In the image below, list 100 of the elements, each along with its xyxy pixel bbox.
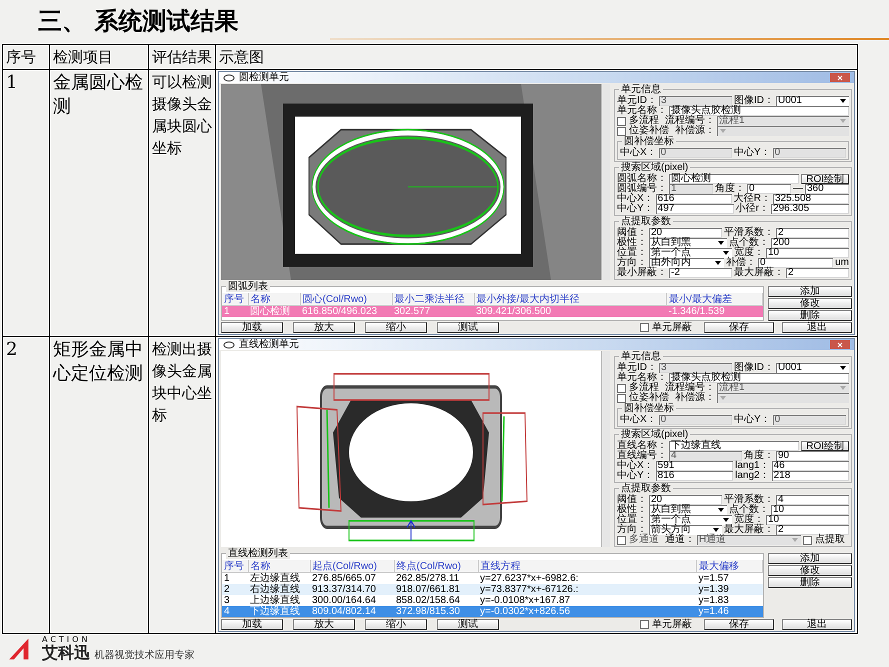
text-field[interactable]: 20 xyxy=(649,495,722,505)
checkbox[interactable]: 单元屏蔽 xyxy=(640,620,692,630)
footer-button[interactable]: 退出 xyxy=(782,322,852,333)
field-label: 小径r： xyxy=(736,204,770,214)
toolbar-button[interactable]: 测试 xyxy=(437,619,499,630)
text-field[interactable]: 616 xyxy=(656,194,732,204)
field-label: — xyxy=(793,184,803,194)
table-cell: y=73.8377*x+-67126.: xyxy=(478,584,696,595)
list-row[interactable]: 2 右边缘直线 913.37/314.70 918.07/661.81 y=73.8377*x+-67126.: y=1.39 xyxy=(222,584,762,595)
text-field[interactable]: 325.508 xyxy=(772,194,849,204)
text-field[interactable]: 497 xyxy=(656,204,734,214)
text-field[interactable]: 2 xyxy=(786,268,849,278)
checkbox[interactable]: 多流程 xyxy=(617,383,659,393)
table-cell: 2 xyxy=(222,584,248,595)
text-field[interactable]: 0 xyxy=(758,258,834,268)
text-field[interactable]: 90 xyxy=(776,451,849,461)
checkbox[interactable]: 位姿补偿 xyxy=(617,393,669,403)
field-label: 宽度： xyxy=(734,248,764,258)
text-field[interactable]: 10 xyxy=(766,515,849,525)
table-cell: 262.85/278.11 xyxy=(394,572,478,584)
field-label: 图像ID： xyxy=(734,96,774,106)
toolbar-button[interactable]: 缩小 xyxy=(365,322,427,333)
table-cell: 右边缘直线 xyxy=(248,584,310,595)
field-label: 图像ID： xyxy=(734,363,774,373)
field-label: 角度： xyxy=(715,184,745,194)
footer-button[interactable]: 保存 xyxy=(704,322,774,333)
list-row[interactable]: 1 左边缘直线 276.85/665.07 262.85/278.11 y=27.6237*x+-6982.6: y=1.57 xyxy=(222,572,762,584)
text-field[interactable]: 摄像头点胶检测 xyxy=(669,106,849,116)
text-field[interactable]: 296.305 xyxy=(771,204,850,214)
dropdown[interactable]: U001 xyxy=(776,363,849,373)
text-field[interactable]: 摄像头点胶检测 xyxy=(669,373,849,383)
close-button[interactable] xyxy=(830,340,850,349)
text-field[interactable]: 360 xyxy=(805,184,849,194)
list-action-button[interactable]: 添加 xyxy=(768,286,852,297)
text-field[interactable]: 下边缘直线 xyxy=(669,441,800,451)
table-cell: 809.04/802.14 xyxy=(310,606,394,617)
list-action-button[interactable]: 修改 xyxy=(768,298,852,309)
field-label: 极性： xyxy=(617,505,647,515)
list-row[interactable]: 3 上边缘直线 300.00/164.64 858.02/158.64 y=-0.0108*x+167.87 y=1.83 xyxy=(222,595,762,606)
checkbox[interactable]: 点提取 xyxy=(803,535,845,545)
column-header: 直线方程 xyxy=(478,560,696,572)
list-action-button[interactable]: 删除 xyxy=(768,310,852,321)
text-field[interactable]: 4 xyxy=(776,495,849,505)
group-title: 搜索区域(pixel) xyxy=(619,430,690,440)
dropdown-arrow-icon xyxy=(719,395,727,401)
dropdown[interactable]: 第一个点 xyxy=(649,515,732,525)
column-header: 名称 xyxy=(248,293,300,306)
toolbar-button[interactable]: 放大 xyxy=(293,619,355,630)
field-label: 中心Y： xyxy=(734,148,771,158)
text-field[interactable]: -2 xyxy=(669,268,732,278)
text-field[interactable]: 200 xyxy=(771,238,849,248)
table-cell: y=-0.0108*x+167.87 xyxy=(478,595,696,606)
text-field[interactable]: 10 xyxy=(771,505,849,515)
toolbar-button[interactable]: 加载 xyxy=(221,322,283,333)
field-label: lang2： xyxy=(735,471,770,481)
field-label: 单元ID： xyxy=(617,96,657,106)
table-cell: 1 xyxy=(222,572,248,584)
roi-draw-button[interactable]: ROI绘制 xyxy=(801,174,849,184)
text-field[interactable]: 591 xyxy=(656,461,734,471)
table-cell: 上边缘直线 xyxy=(248,595,310,606)
roi-draw-button[interactable]: ROI绘制 xyxy=(801,441,849,451)
dropdown[interactable]: 第一个点 xyxy=(649,248,732,258)
list-action-button[interactable]: 添加 xyxy=(768,553,852,564)
toolbar-button[interactable]: 测试 xyxy=(437,322,499,333)
toolbar-button[interactable]: 放大 xyxy=(293,322,355,333)
text-field[interactable]: 2 xyxy=(776,525,849,535)
text-field[interactable]: 10 xyxy=(766,248,849,258)
dropdown[interactable]: 箭头方向 xyxy=(649,525,722,535)
checkbox[interactable]: 多流程 xyxy=(617,116,659,126)
checkbox[interactable]: 位姿补偿 xyxy=(617,126,669,136)
checkbox[interactable]: 单元屏蔽 xyxy=(640,322,692,332)
table-cell: 372.98/815.30 xyxy=(394,606,478,617)
window-icon xyxy=(223,340,235,348)
group-title: 圆补偿坐标 xyxy=(622,137,676,147)
text-field[interactable]: 218 xyxy=(772,471,850,481)
text-field[interactable]: 2 xyxy=(776,228,849,238)
text-field[interactable]: 46 xyxy=(772,461,850,471)
footer-button[interactable]: 退出 xyxy=(782,619,852,630)
toolbar-button[interactable]: 缩小 xyxy=(365,619,427,630)
close-button[interactable] xyxy=(830,73,850,82)
column-header: 最小/最大偏差 xyxy=(666,293,762,306)
vertical-scrollbar[interactable] xyxy=(601,84,610,280)
list-action-button[interactable]: 修改 xyxy=(768,565,852,576)
vertical-scrollbar[interactable] xyxy=(601,351,610,547)
text-field[interactable]: 圆心检测 xyxy=(669,174,800,184)
dropdown[interactable]: U001 xyxy=(776,96,849,106)
text-field[interactable]: 0 xyxy=(747,184,791,194)
text-field[interactable]: 816 xyxy=(656,471,734,481)
column-header: 检测项目 xyxy=(50,44,148,70)
field-label: 角度： xyxy=(744,451,774,461)
dropdown[interactable]: 从白到黑 xyxy=(649,238,727,248)
dropdown[interactable]: 从白到黑 xyxy=(649,505,727,515)
table-cell: 858.02/158.64 xyxy=(394,595,478,606)
window-icon xyxy=(223,74,235,82)
list-action-button[interactable]: 删除 xyxy=(768,577,852,588)
toolbar-button[interactable]: 加载 xyxy=(221,619,283,630)
text-field[interactable]: 20 xyxy=(649,228,722,238)
column-header: 终点(Col/Rwo) xyxy=(394,560,478,572)
footer-button[interactable]: 保存 xyxy=(704,619,774,630)
dropdown[interactable]: 由外向内 xyxy=(649,258,724,268)
